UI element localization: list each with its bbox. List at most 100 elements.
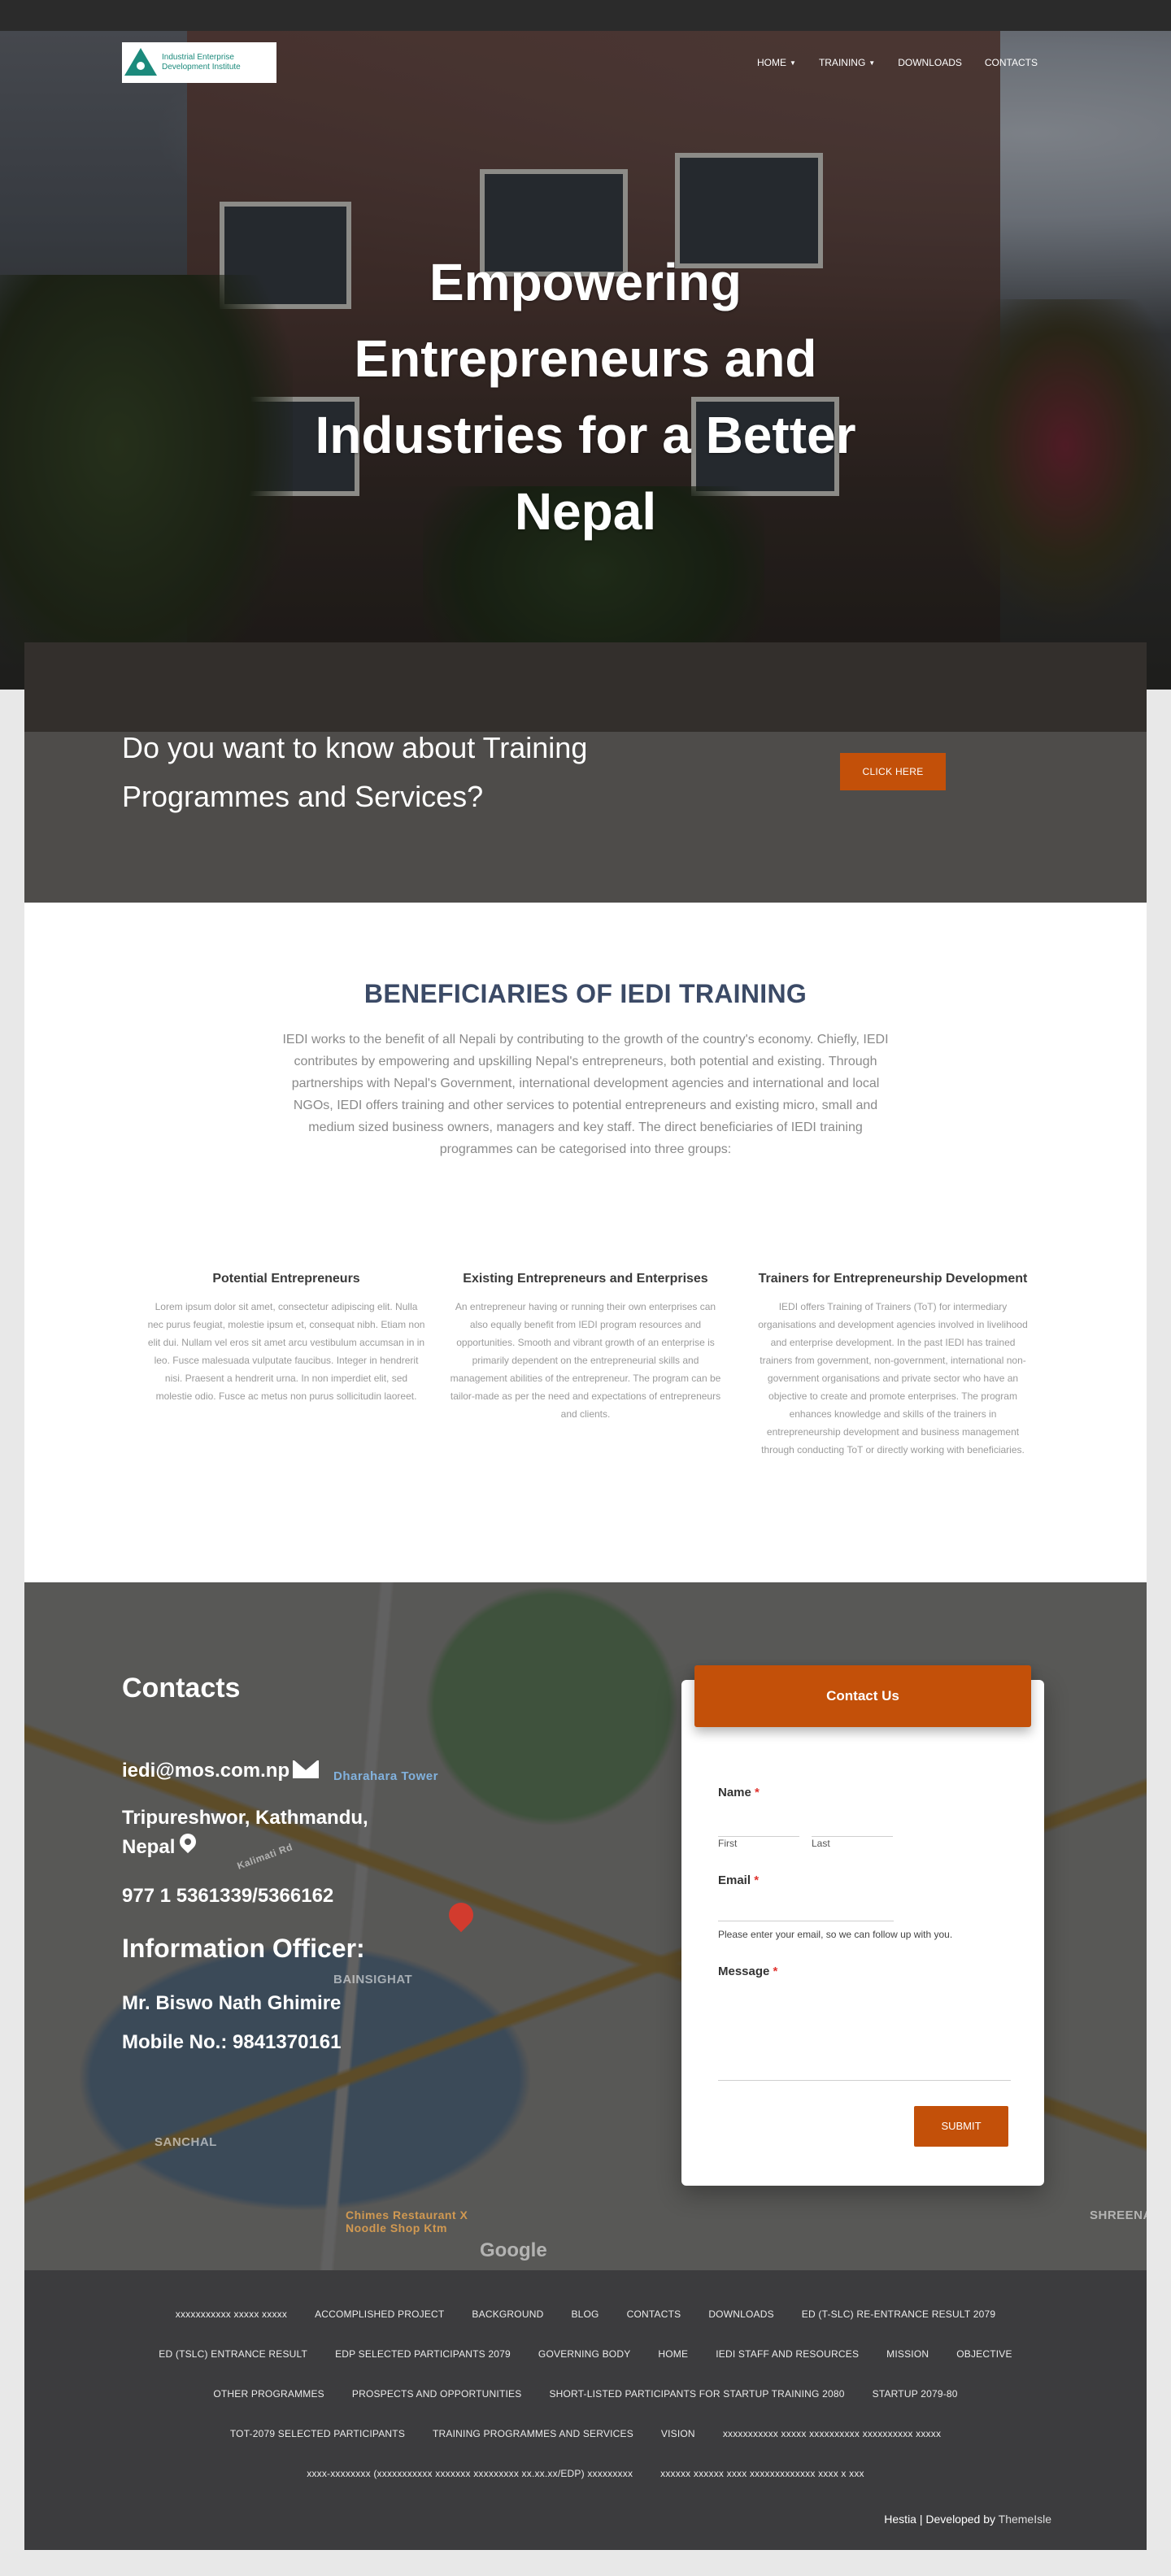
footer-link[interactable]: BLOG [557,2306,612,2322]
contact-phone: 977 1 5361339/5366162 [122,1885,334,1907]
click-here-button[interactable]: CLICK HERE [840,753,946,790]
footer-link[interactable]: ACCOMPLISHED PROJECT [301,2306,458,2322]
footer-link[interactable]: MISSION [873,2346,942,2362]
footer-link[interactable]: xxxx-xxxxxxxx (xxxxxxxxxxx xxxxxxx xxxxx… [293,2465,646,2482]
column-text: An entrepreneur having or running their … [450,1301,721,1420]
footer-link[interactable]: DOWNLOADS [694,2306,787,2322]
beneficiaries-section: BENEFICIARIES OF IEDI TRAINING IEDI work… [24,903,1147,1582]
footer-link[interactable]: OBJECTIVE [942,2346,1025,2362]
footer-link[interactable]: xxxxxx xxxxxx xxxx xxxxxxxxxxxxx xxxx x … [646,2465,878,2482]
map-label-restaurant: Chimes Restaurant X Noodle Shop Ktm [346,2208,468,2234]
last-name-input[interactable] [812,1817,893,1837]
column-text: Lorem ipsum dolor sit amet, consectetur … [147,1301,425,1402]
contact-address-line2: Nepal [122,1830,200,1862]
nav-downloads[interactable]: DOWNLOADS [886,54,973,72]
column-title: Potential Entrepreneurs [212,1272,360,1286]
map-label-bainsighat: BAINSIGHAT [333,1973,413,1986]
officer-mobile: Mobile No.: 9841370161 [122,2031,342,2053]
envelope-icon [293,1760,320,1778]
column-title: Existing Entrepreneurs and Enterprises [463,1272,708,1286]
google-logo: Google [480,2239,547,2261]
beneficiaries-heading: BENEFICIARIES OF IEDI TRAINING [363,979,808,1008]
caret-down-icon: ▼ [868,59,876,67]
contacts-heading: Contacts [122,1673,241,1704]
caret-down-icon: ▼ [790,59,796,67]
hero-title-line: Industries for a Better [315,406,856,464]
footer-link[interactable]: GOVERNING BODY [525,2346,644,2362]
hero-title: Empowering Entrepreneurs and Industries … [301,244,870,550]
submit-button[interactable]: SUBMIT [914,2106,1008,2147]
nav-contacts[interactable]: CONTACTS [973,54,1049,72]
first-name-input[interactable] [718,1817,799,1837]
nav-training[interactable]: TRAINING ▼ [808,54,886,72]
cta-title: Do you want to know about Training Progr… [122,731,588,813]
page-bottom-margin [0,2550,1171,2576]
footer-link[interactable]: ED (T-SLC) RE-ENTRANCE RESULT 2079 [788,2306,1009,2322]
form-title: Contact Us [694,1665,1031,1727]
beneficiary-column-existing: Existing Entrepreneurs and Enterprises A… [446,1268,725,1423]
footer-link[interactable]: BACKGROUND [458,2306,557,2322]
footer-links-row: ED (TSLC) ENTRANCE RESULT EDP SELECTED P… [24,2346,1147,2362]
email-note: Please enter your email, so we can follo… [718,1929,953,1940]
map-label-shreenagar: SHREENAGA [1090,2208,1147,2222]
footer-links-row: TOT-2079 SELECTED PARTICIPANTS TRAINING … [24,2426,1147,2442]
required-mark: * [773,1965,778,1978]
beneficiary-column-potential: Potential Entrepreneurs Lorem ipsum dolo… [146,1268,426,1405]
footer-link[interactable]: OTHER PROGRAMMES [199,2386,338,2402]
cta-top-band [24,642,1147,732]
beneficiary-column-trainers: Trainers for Entrepreneurship Developmen… [753,1268,1033,1459]
footer-link[interactable]: PROSPECTS AND OPPORTUNITIES [338,2386,536,2402]
name-label-text: Name [718,1786,751,1799]
map-marker-icon [176,1830,200,1854]
footer-links-row: xxxxxxxxxxx xxxxx xxxxx ACCOMPLISHED PRO… [24,2306,1147,2322]
nav-contacts-label: CONTACTS [984,57,1038,68]
main-nav: HOME ▼ TRAINING ▼ DOWNLOADS CONTACTS [746,54,1049,72]
footer-link[interactable]: xxxxxxxxxxx xxxxx xxxxx [162,2306,301,2322]
footer-link[interactable]: xxxxxxxxxxx xxxxx xxxxxxxxxx xxxxxxxxxx … [709,2426,955,2442]
footer-link[interactable]: EDP SELECTED PARTICIPANTS 2079 [321,2346,525,2362]
navbar: Industrial Enterprise Development Instit… [122,42,1049,85]
hero-title-line: Nepal [514,482,657,541]
footer-links-row: OTHER PROGRAMMES PROSPECTS AND OPPORTUNI… [24,2386,1147,2402]
beneficiaries-intro: IEDI works to the benefit of all Nepali … [282,1033,889,1156]
footer-link[interactable]: HOME [644,2346,702,2362]
name-label: Name * [718,1786,760,1799]
logo-text: Industrial Enterprise Development Instit… [162,53,241,72]
footer-link[interactable]: IEDI STAFF AND RESOURCES [702,2346,873,2362]
site-logo[interactable]: Industrial Enterprise Development Instit… [122,42,276,83]
credits-text: Hestia | Developed by [884,2513,999,2526]
email-input[interactable] [718,1901,894,1921]
hero-title-line: Entrepreneurs and [354,329,817,388]
email-text: iedi@mos.com.np [122,1760,290,1782]
message-label-text: Message [718,1965,770,1978]
nav-downloads-label: DOWNLOADS [898,57,962,68]
contact-section: Dharahara Tower BAINSIGHAT SANCHAL SHREE… [24,1582,1147,2270]
address-country: Nepal [122,1836,176,1858]
contact-address-line1: Tripureshwor, Kathmandu, [122,1807,368,1829]
cta-section: Do you want to know about Training Progr… [24,642,1147,903]
officer-name: Mr. Biswo Nath Ghimire [122,1992,342,2014]
footer-link[interactable]: ED (TSLC) ENTRANCE RESULT [145,2346,321,2362]
contact-form: Contact Us Name * First Last Email * Ple… [681,1665,1044,2186]
hero-title-line: Empowering [429,253,742,311]
hero-section: Empowering Entrepreneurs and Industries … [0,31,1171,690]
email-label: Email * [718,1873,759,1887]
footer-link[interactable]: STARTUP 2079-80 [859,2386,972,2402]
footer-link[interactable]: CONTACTS [613,2306,695,2322]
nav-training-label: TRAINING [818,57,866,68]
email-label-text: Email [718,1873,751,1887]
footer-link[interactable]: SHORT-LISTED PARTICIPANTS FOR STARTUP TR… [535,2386,858,2402]
footer-link[interactable]: TRAINING PROGRAMMES AND SERVICES [419,2426,647,2442]
footer-link[interactable]: VISION [647,2426,709,2442]
nav-home[interactable]: HOME ▼ [746,54,808,72]
map-label-tower: Dharahara Tower [333,1769,438,1783]
credits-brand-link[interactable]: ThemeIsle [999,2513,1051,2526]
map-label-sanchal: SANCHAL [155,2135,217,2149]
footer-link[interactable]: TOT-2079 SELECTED PARTICIPANTS [216,2426,419,2442]
required-mark: * [755,1786,760,1799]
message-label: Message * [718,1965,777,1978]
column-title: Trainers for Entrepreneurship Developmen… [758,1272,1028,1286]
required-mark: * [754,1873,760,1887]
contact-email[interactable]: iedi@mos.com.np [122,1756,320,1786]
message-textarea[interactable] [718,1982,1011,2081]
